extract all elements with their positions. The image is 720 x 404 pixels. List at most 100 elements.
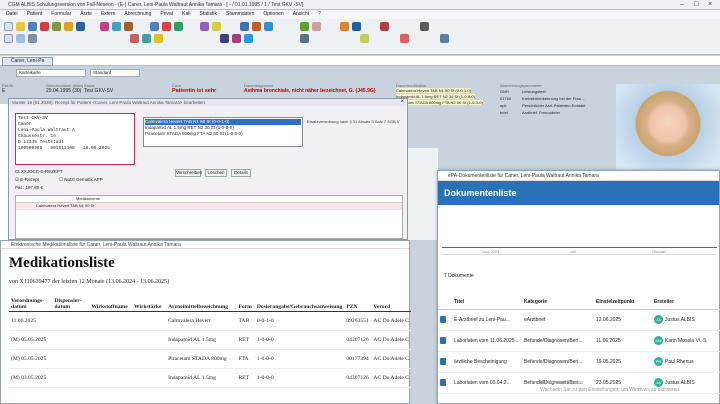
tool-icon[interactable] bbox=[220, 34, 229, 43]
settings-icon[interactable] bbox=[200, 22, 209, 31]
doc-title[interactable]: E-Arztbrief zu Leni-Pau... bbox=[452, 309, 522, 331]
side-val[interactable]: Persönlicher Arzt-Patienten-Kontakt bbox=[522, 103, 585, 108]
list-icon[interactable] bbox=[150, 22, 159, 31]
save-icon[interactable] bbox=[28, 22, 37, 31]
menu-ansicht[interactable]: Ansicht bbox=[293, 10, 309, 19]
cell bbox=[52, 330, 90, 350]
new-icon[interactable] bbox=[4, 22, 13, 31]
med-icon[interactable] bbox=[232, 34, 241, 43]
table-row[interactable]: Laborlaten vom 11.06.2025... Befunde/Dia… bbox=[438, 330, 720, 352]
archive-icon[interactable] bbox=[300, 34, 309, 43]
side-key[interactable]: brief bbox=[500, 109, 522, 116]
standard-select[interactable]: Standard bbox=[90, 69, 140, 77]
field-kassennr[interactable]: 109500369 bbox=[18, 146, 42, 151]
details-button[interactable]: Details bbox=[231, 169, 251, 177]
rh-icon[interactable] bbox=[28, 34, 37, 43]
patient-tab[interactable]: Caner, Leni-Pa bbox=[2, 57, 54, 66]
avatar: JA bbox=[654, 315, 663, 324]
activation-watermark: Windows aktivieren Wechseln Sie zu den E… bbox=[540, 380, 681, 394]
cell: 04307126 bbox=[344, 330, 372, 350]
flag-icon[interactable] bbox=[400, 34, 409, 43]
menu-stammdaten[interactable]: Stammdaten bbox=[226, 10, 254, 19]
delete-icon[interactable] bbox=[40, 22, 49, 31]
home-icon[interactable] bbox=[352, 22, 361, 31]
print-icon[interactable] bbox=[52, 22, 61, 31]
stop-icon[interactable] bbox=[162, 22, 171, 31]
col-kategorie[interactable]: Kategorie bbox=[522, 295, 594, 310]
report-icon[interactable] bbox=[300, 22, 309, 31]
ab-icon[interactable] bbox=[16, 34, 25, 43]
table-row[interactable]: ärztliche Bescheinigung Befunde/Diagnose… bbox=[438, 351, 720, 373]
menu-help[interactable]: ? bbox=[318, 10, 321, 19]
cell: AC Do Adele C bbox=[371, 368, 411, 388]
close-icon[interactable]: × bbox=[708, 0, 712, 10]
cell: (M) 03.05.2025 bbox=[9, 368, 53, 388]
cell: RET bbox=[236, 368, 255, 388]
lab-icon[interactable] bbox=[252, 22, 261, 31]
erezept-check[interactable]: ☑ E-Rezept bbox=[15, 177, 39, 183]
menu-formular[interactable]: Formular bbox=[51, 10, 71, 19]
menu-extern[interactable]: Extern bbox=[101, 10, 115, 19]
export-icon[interactable] bbox=[440, 34, 449, 43]
medikament-row[interactable]: Calmvalera Hevert TAB N1 50 St bbox=[16, 203, 402, 210]
lock-icon[interactable] bbox=[420, 22, 429, 31]
note-icon[interactable] bbox=[212, 22, 221, 31]
patient-icon[interactable] bbox=[4, 34, 13, 43]
side-val[interactable]: Krebsfrüherkennung bei der Frau ... bbox=[522, 96, 585, 101]
col-ersteller[interactable]: Ersteller bbox=[652, 295, 720, 310]
field-datum[interactable]: 18.06.2025 bbox=[83, 146, 110, 151]
cave-value: Patientin ist sehr bbox=[172, 88, 217, 94]
menu-patient[interactable]: Patient bbox=[27, 10, 43, 19]
side-val[interactable]: Arztbrief, Freuoobrfer bbox=[522, 110, 560, 115]
minimize-icon[interactable]: – bbox=[680, 0, 684, 10]
menu-datei[interactable]: Datei bbox=[6, 10, 18, 19]
timeline[interactable]: Juni 2024 Juli Oktober bbox=[442, 211, 717, 255]
calendar-icon[interactable] bbox=[100, 22, 109, 31]
gematik-check[interactable]: ☐ Nutzt Gematik APP bbox=[59, 177, 103, 183]
menu-statistik[interactable]: Statistik bbox=[200, 10, 218, 19]
menu-aerzte[interactable]: Ärzte bbox=[80, 10, 92, 19]
document-icon bbox=[440, 337, 446, 344]
doc-title[interactable]: ärztliche Bescheinigung bbox=[452, 351, 522, 373]
col-einstelzeit[interactable]: Einstelzeitpunkt bbox=[594, 295, 652, 310]
col-dispensierdatum: Dispensier-datum bbox=[52, 297, 90, 312]
table-row[interactable]: E-Arztbrief zu Leni-Pau... eArztbrief 12… bbox=[438, 309, 720, 331]
karteikarte-select[interactable]: Karteikarte bbox=[16, 69, 86, 77]
doc-title[interactable]: Laborlaten vom 11.06.2025... bbox=[452, 330, 522, 352]
field-vknr[interactable]: 901511100 bbox=[50, 146, 74, 151]
formular-icon[interactable] bbox=[130, 34, 139, 43]
col-verordner: Verord bbox=[371, 297, 411, 312]
side-key[interactable]: apk bbox=[500, 102, 522, 109]
info-icon[interactable] bbox=[244, 34, 253, 43]
doc-category: Befunde/Diagnosen/Beri... bbox=[522, 351, 594, 373]
close-icon[interactable]: × bbox=[400, 99, 404, 106]
col-titel[interactable]: Titel bbox=[452, 295, 522, 310]
chart-icon[interactable] bbox=[76, 22, 85, 31]
search-icon[interactable] bbox=[64, 22, 73, 31]
maximize-icon[interactable]: □ bbox=[694, 0, 698, 10]
verordnung-item[interactable]: Piracetam STADA 800mg FTA N2 50 St (1-0-… bbox=[145, 131, 301, 137]
menu-kali[interactable]: Kali bbox=[182, 10, 190, 19]
loeschen-button[interactable]: Löschen bbox=[205, 169, 227, 177]
mail-icon[interactable] bbox=[112, 22, 121, 31]
menu-abrechnung[interactable]: Abrechnung bbox=[124, 10, 151, 19]
menu-privat[interactable]: Privat bbox=[160, 10, 173, 19]
verschreiben-button[interactable]: Verschreiben bbox=[175, 169, 202, 177]
star-icon[interactable] bbox=[154, 34, 163, 43]
green-icon[interactable] bbox=[360, 34, 369, 43]
warn-icon[interactable] bbox=[340, 22, 349, 31]
menu-optionen[interactable]: Optionen bbox=[263, 10, 283, 19]
epa-icon[interactable] bbox=[264, 22, 273, 31]
side-key[interactable]: 01760 bbox=[500, 95, 522, 102]
verordnung-list[interactable]: Calmvalera Hevert TAB N1 50 St (0-0-1-0)… bbox=[143, 117, 303, 147]
user-icon[interactable] bbox=[240, 22, 249, 31]
doc-title[interactable]: Laborlaten vom 03.04.2... bbox=[452, 372, 522, 394]
doc-icon[interactable] bbox=[124, 22, 133, 31]
befund-icon[interactable] bbox=[142, 34, 151, 43]
folder-icon[interactable] bbox=[16, 22, 25, 31]
avatar: PR bbox=[654, 357, 663, 366]
heart-icon[interactable] bbox=[380, 22, 389, 31]
ersatz-label[interactable]: Ersatzverordnung nach § 31 Absatz 3 Satz… bbox=[307, 119, 403, 124]
card-icon[interactable] bbox=[312, 22, 321, 31]
ok-icon[interactable] bbox=[174, 22, 183, 31]
